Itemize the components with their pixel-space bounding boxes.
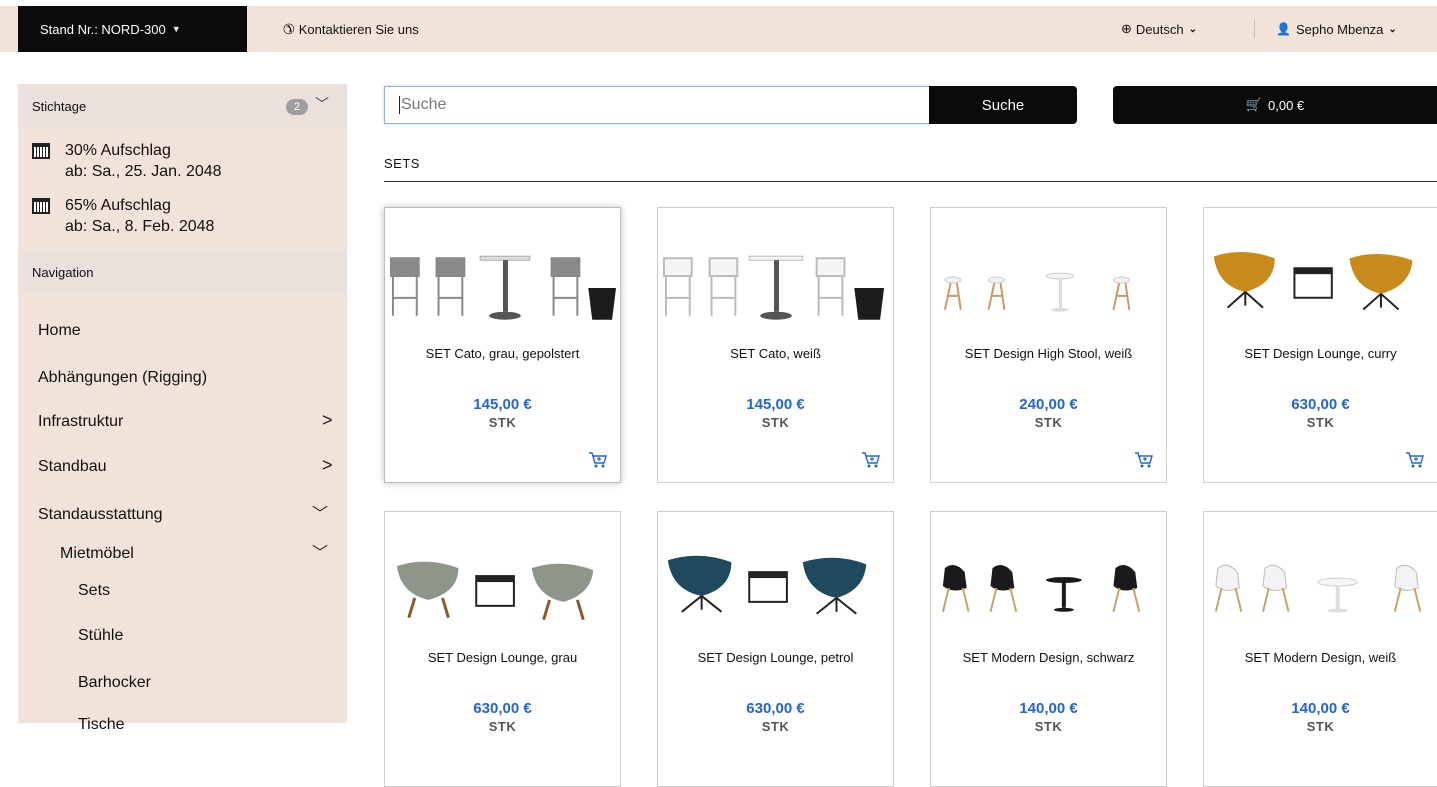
chevron-down-icon: ⌄ <box>1388 23 1397 35</box>
product-price: 240,00 € <box>1019 396 1078 413</box>
product-image-set-design-high-stool <box>943 272 1131 312</box>
nav-item-standbau[interactable]: Standbau <box>38 458 107 476</box>
section-title: SETS <box>384 156 420 171</box>
user-menu[interactable]: 👤 Sepho Mbenza ⌄ <box>1276 6 1397 52</box>
chevron-right-icon[interactable]: > <box>322 455 333 476</box>
chevron-down-icon[interactable]: ﹀ <box>312 500 328 524</box>
product-image-set-design-lounge-curry <box>1213 251 1413 311</box>
nav-item-standausstattung[interactable]: Standausstattung <box>38 506 163 524</box>
product-price: 140,00 € <box>1291 700 1350 717</box>
product-price: 145,00 € <box>473 396 532 413</box>
chevron-down-icon: ﹀ <box>315 96 329 112</box>
user-name: Sepho Mbenza <box>1295 21 1384 37</box>
calendar-icon <box>32 198 50 214</box>
deadline-item: 30% Aufschlag ab: Sa., 25. Jan. 2048 <box>32 140 222 182</box>
language-selector[interactable]: ⊕ Deutsch ⌄ <box>1121 6 1197 52</box>
chevron-right-icon[interactable]: > <box>322 410 333 431</box>
top-bar: Stand Nr.: NORD-300 ▼ ✆ Kontaktieren Sie… <box>0 0 1437 52</box>
language-label: Deutsch <box>1135 21 1184 37</box>
cart-button[interactable]: 🛒 0,00 € <box>1113 86 1437 124</box>
cart-icon: 🛒 <box>1245 97 1263 112</box>
add-to-cart-icon[interactable] <box>861 451 881 469</box>
deadlines-title: Stichtage <box>32 98 87 114</box>
navigation-header: Navigation <box>18 250 347 294</box>
sidebar: Stichtage 2 ﹀ 30% Aufschlag ab: Sa., 25.… <box>18 84 347 733</box>
product-card[interactable]: SET Cato, weiß 145,00 € STK <box>657 207 894 483</box>
nav-item-mietmoebel[interactable]: Mietmöbel <box>60 545 134 563</box>
search-button[interactable]: Suche <box>929 86 1077 124</box>
nav-item-infrastruktur[interactable]: Infrastruktur <box>38 413 123 431</box>
product-image-set-design-lounge-grau <box>396 561 594 621</box>
product-image-set-modern-design-schwarz <box>941 564 1141 613</box>
cart-total: 0,00 € <box>1268 97 1305 113</box>
product-image-set-cato-weiss <box>662 255 885 320</box>
product-card[interactable]: SET Design Lounge, curry 630,00 € STK <box>1203 207 1437 483</box>
product-card[interactable]: SET Design Lounge, grau 630,00 € STK <box>384 511 621 787</box>
nav-item-sets[interactable]: Sets <box>78 582 110 600</box>
product-image-set-design-lounge-petrol <box>667 555 867 615</box>
product-price: 630,00 € <box>746 700 805 717</box>
product-name: SET Modern Design, weiß <box>1244 650 1397 665</box>
navigation-title: Navigation <box>32 264 94 280</box>
deadlines-count-badge: 2 <box>286 99 308 115</box>
stand-label: Stand Nr.: NORD-300 <box>40 21 166 37</box>
product-price: 630,00 € <box>473 700 532 717</box>
deadline-item: 65% Aufschlag ab: Sa., 8. Feb. 2048 <box>32 195 214 237</box>
contact-link[interactable]: ✆ Kontaktieren Sie uns <box>283 6 419 52</box>
contact-label: Kontaktieren Sie uns <box>298 21 419 37</box>
product-card[interactable]: SET Modern Design, weiß 140,00 € STK <box>1203 511 1437 787</box>
product-image-set-cato-grau <box>389 255 617 320</box>
product-name: SET Cato, weiß <box>730 346 821 361</box>
nav-item-barhocker[interactable]: Barhocker <box>78 674 151 692</box>
chevron-down-icon: ⌄ <box>1188 23 1197 35</box>
product-unit: STK <box>1034 415 1063 430</box>
product-unit: STK <box>1306 719 1335 734</box>
product-price: 140,00 € <box>1019 700 1078 717</box>
product-unit: STK <box>488 415 517 430</box>
product-card[interactable]: SET Modern Design, schwarz 140,00 € STK <box>930 511 1167 787</box>
nav-item-home[interactable]: Home <box>38 322 81 340</box>
add-to-cart-icon[interactable] <box>588 451 608 469</box>
deadline-date: ab: Sa., 25. Jan. 2048 <box>65 163 222 180</box>
globe-icon: ⊕ <box>1121 21 1132 36</box>
product-card[interactable]: SET Cato, grau, gepolstert 145,00 € STK <box>384 207 621 483</box>
user-icon: 👤 <box>1276 22 1291 36</box>
deadline-surcharge: 65% Aufschlag <box>65 197 171 214</box>
deadline-date: ab: Sa., 8. Feb. 2048 <box>65 218 215 235</box>
product-name: SET Design Lounge, petrol <box>697 650 854 665</box>
product-unit: STK <box>761 719 790 734</box>
search-input[interactable]: Suche <box>384 86 930 124</box>
deadlines-header[interactable]: Stichtage 2 ﹀ <box>18 84 347 128</box>
chevron-down-icon[interactable]: ﹀ <box>312 539 328 563</box>
nav-item-stuehle[interactable]: Stühle <box>78 627 123 645</box>
product-name: SET Design Lounge, grau <box>427 650 578 665</box>
product-unit: STK <box>488 719 517 734</box>
deadline-surcharge: 30% Aufschlag <box>65 142 171 159</box>
product-unit: STK <box>1306 415 1335 430</box>
search-placeholder: Suche <box>401 96 447 113</box>
product-card[interactable]: SET Design Lounge, petrol 630,00 € STK <box>657 511 894 787</box>
product-image-set-modern-design-weiss <box>1214 564 1422 613</box>
stand-selector[interactable]: Stand Nr.: NORD-300 ▼ <box>18 6 247 52</box>
caret-down-icon: ▼ <box>171 24 181 34</box>
add-to-cart-icon[interactable] <box>1405 451 1425 469</box>
product-price: 145,00 € <box>746 396 805 413</box>
nav-item-rigging[interactable]: Abhängungen (Rigging) <box>38 369 207 387</box>
calendar-icon <box>32 143 50 159</box>
product-unit: STK <box>1034 719 1063 734</box>
product-name: SET Cato, grau, gepolstert <box>425 346 580 361</box>
text-cursor <box>399 96 400 114</box>
product-unit: STK <box>761 415 790 430</box>
product-price: 630,00 € <box>1291 396 1350 413</box>
product-name: SET Design Lounge, curry <box>1244 346 1397 361</box>
product-card[interactable]: SET Design High Stool, weiß 240,00 € STK <box>930 207 1167 483</box>
product-name: SET Design High Stool, weiß <box>964 346 1133 361</box>
phone-icon: ✆ <box>283 20 295 37</box>
divider <box>1254 19 1255 39</box>
section-divider <box>384 181 1437 182</box>
nav-item-tische[interactable]: Tische <box>78 716 125 734</box>
product-name: SET Modern Design, schwarz <box>962 650 1135 665</box>
add-to-cart-icon[interactable] <box>1134 451 1154 469</box>
